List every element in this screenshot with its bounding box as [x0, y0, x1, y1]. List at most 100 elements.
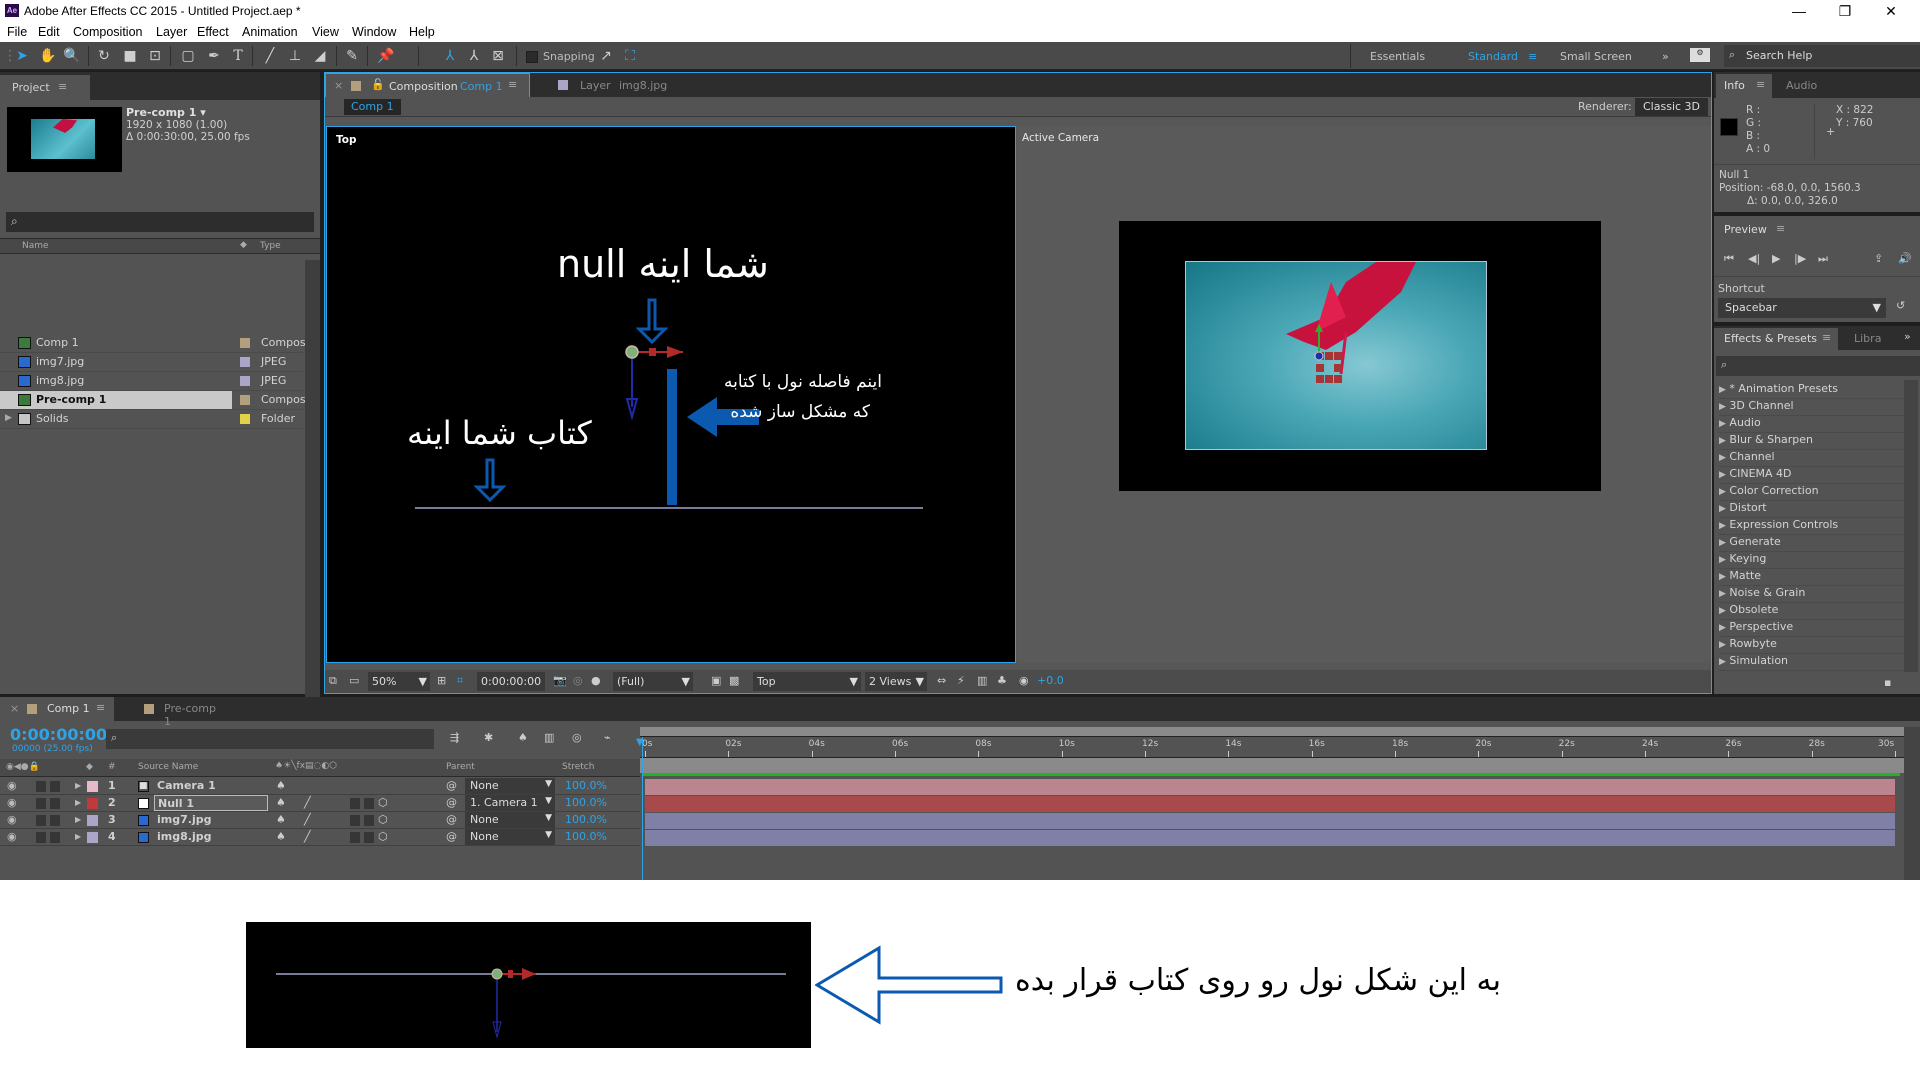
solo-switch[interactable] [36, 781, 46, 792]
lock-switch[interactable] [50, 781, 60, 792]
menu-effect[interactable]: Effect [197, 25, 229, 39]
3d-layer-icon[interactable]: ⬡ [378, 813, 388, 826]
effects-category[interactable]: ▶ Generate [1719, 535, 1904, 552]
eraser-tool-icon[interactable]: ◢ [310, 46, 330, 66]
effects-scrollbar[interactable] [1904, 380, 1918, 672]
stretch-value[interactable]: 100.0% [565, 796, 607, 809]
tab-audio[interactable]: Audio [1786, 79, 1817, 92]
comp-mini-flowchart-icon[interactable]: ⇶ [450, 731, 459, 744]
menu-window[interactable]: Window [352, 25, 396, 39]
tab-info[interactable]: Info ≡ [1716, 74, 1772, 98]
view-axis-icon[interactable]: ⊠ [488, 46, 508, 66]
current-timecode[interactable]: 0:00:00:00 [10, 725, 107, 744]
pick-whip-icon[interactable]: @ [446, 779, 457, 792]
reset-icon[interactable]: ↺ [1896, 299, 1905, 312]
show-snapshot-icon[interactable]: ◎ [573, 674, 583, 687]
play-icon[interactable]: ▶ [1772, 252, 1780, 265]
3d-layer-icon[interactable]: ⬡ [378, 796, 388, 809]
layer-name[interactable]: Null 1 [154, 795, 268, 811]
adjustment-switch[interactable] [364, 832, 374, 843]
camera-tool-icon[interactable]: ■ [120, 46, 140, 66]
panel-menu-icon[interactable]: ≡ [1822, 331, 1831, 344]
shy-switch-icon[interactable]: ♠ [276, 796, 286, 809]
3d-layer-icon[interactable]: ⬡ [378, 830, 388, 843]
project-search-input[interactable]: ⌕ [6, 212, 314, 232]
type-column-header[interactable]: Type [260, 241, 281, 251]
expand-arrow-icon[interactable]: ▶ [75, 781, 81, 790]
pan-behind-tool-icon[interactable]: ⊡ [145, 46, 165, 66]
project-item[interactable]: ▶ Solids Folder [0, 410, 303, 429]
sync-settings-icon[interactable]: ⚙ [1690, 48, 1710, 62]
menu-animation[interactable]: Animation [242, 25, 298, 39]
comp-breadcrumb[interactable]: Comp 1 [344, 99, 401, 115]
panel-menu-icon[interactable]: ≡ [96, 701, 105, 714]
visibility-eye-icon[interactable]: ◉ [7, 830, 17, 843]
channel-icon[interactable]: ● [591, 674, 601, 687]
visibility-eye-icon[interactable]: ◉ [7, 813, 17, 826]
previous-frame-icon[interactable]: ◀| [1748, 252, 1760, 265]
quality-switch-icon[interactable]: ╱ [304, 796, 311, 809]
effects-category[interactable]: ▶ Audio [1719, 416, 1904, 433]
workspace-essentials[interactable]: Essentials [1370, 50, 1425, 63]
workspace-menu-icon[interactable]: ≡ [1528, 50, 1537, 63]
visibility-eye-icon[interactable]: ◉ [7, 796, 17, 809]
pen-tool-icon[interactable]: ✒ [204, 46, 224, 66]
tab-libraries[interactable]: Libra [1854, 332, 1881, 345]
motion-blur-icon[interactable]: ◎ [572, 731, 582, 744]
region-of-interest-icon[interactable]: ⌗ [457, 674, 463, 688]
last-frame-icon[interactable]: ⏭ [1818, 252, 1828, 266]
effects-category[interactable]: ▶ Expression Controls [1719, 518, 1904, 535]
tab-layer-img8[interactable]: Layer img8.jpg [530, 73, 700, 97]
snap-features-icon[interactable]: ⛶ [620, 46, 640, 66]
renderer-button[interactable]: Classic 3D [1635, 98, 1709, 116]
expand-arrow-icon[interactable]: ▶ [5, 413, 12, 423]
timeline-search-input[interactable]: ⌕ [106, 729, 434, 749]
fast-previews-icon[interactable]: ⚡ [957, 674, 965, 687]
menu-view[interactable]: View [312, 25, 339, 39]
always-preview-icon[interactable]: ⧉ [329, 674, 337, 688]
effects-category[interactable]: ▶ * Animation Presets [1719, 382, 1904, 399]
menu-file[interactable]: File [7, 25, 27, 39]
quality-switch-icon[interactable]: ╱ [304, 830, 311, 843]
selection-tool-icon[interactable]: ➤ [12, 46, 32, 66]
effects-category[interactable]: ▶ Keying [1719, 552, 1904, 569]
effects-category[interactable]: ▶ Noise & Grain [1719, 586, 1904, 603]
local-axis-icon[interactable]: ⅄ [440, 46, 460, 66]
restore-button[interactable]: ❐ [1822, 2, 1868, 22]
exposure-reset-icon[interactable]: ◉ [1019, 674, 1029, 687]
layer-duration-bar[interactable] [645, 830, 1895, 846]
effects-category[interactable]: ▶ Matte [1719, 569, 1904, 586]
label-color-swatch[interactable] [87, 781, 98, 792]
panel-menu-icon[interactable]: ≡ [58, 80, 67, 93]
resolution-dropdown[interactable]: (Full) ▼ [613, 672, 693, 691]
search-help-field[interactable]: ⌕ Search Help [1724, 45, 1920, 67]
lock-switch[interactable] [50, 832, 60, 843]
graph-editor-icon[interactable]: ⌁ [604, 731, 611, 744]
flowchart-icon[interactable]: ♣ [997, 674, 1007, 687]
snapshot-icon[interactable]: 📷 [553, 674, 567, 687]
more-workspaces-button[interactable]: » [1662, 50, 1669, 63]
stretch-value[interactable]: 100.0% [565, 779, 607, 792]
hand-tool-icon[interactable]: ✋ [38, 46, 58, 66]
motion-blur-switch[interactable] [350, 832, 360, 843]
rectangle-tool-icon[interactable]: ▢ [178, 46, 198, 66]
pick-whip-icon[interactable]: @ [446, 796, 457, 809]
panel-menu-icon[interactable]: ≡ [1776, 222, 1785, 235]
workspace-standard[interactable]: Standard [1468, 50, 1518, 63]
layer-duration-bar[interactable] [645, 796, 1895, 812]
project-item[interactable]: Comp 1 Compos [0, 334, 306, 353]
top-view-viewport[interactable]: Top شما اینه null اینم فاصله نول با کتاب [326, 126, 1016, 663]
effects-category[interactable]: ▶ 3D Channel [1719, 399, 1904, 416]
effects-category[interactable]: ▶ Distort [1719, 501, 1904, 518]
stretch-value[interactable]: 100.0% [565, 813, 607, 826]
first-frame-icon[interactable]: ⏮ [1724, 252, 1734, 266]
zoom-tool-icon[interactable]: 🔍 [62, 46, 82, 66]
snapping-checkbox[interactable] [526, 51, 538, 63]
label-color-swatch[interactable] [87, 798, 98, 809]
effects-category[interactable]: ▶ Blur & Sharpen [1719, 433, 1904, 450]
lock-switch[interactable] [50, 798, 60, 809]
tab-composition-comp1[interactable]: × 🔓 Composition Comp 1 ≡ [325, 73, 530, 97]
layer-duration-bar[interactable] [645, 779, 1895, 795]
current-time-display[interactable]: 0:00:00:00 [477, 672, 545, 691]
render-range-bar[interactable] [640, 757, 1904, 773]
